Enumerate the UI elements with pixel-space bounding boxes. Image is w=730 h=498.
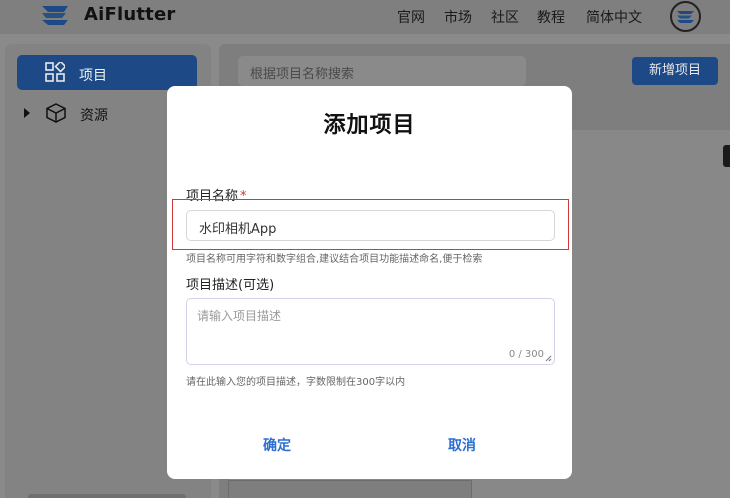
project-name-hint: 项目名称可用字符和数字组合,建议结合项目功能描述命名,便于检索 xyxy=(186,254,483,265)
scrollbar-thumb[interactable] xyxy=(723,145,730,167)
sidebar-item-resources[interactable]: 资源 xyxy=(80,105,108,125)
project-description-textarea[interactable]: 请输入项目描述 0 / 300 xyxy=(186,298,555,365)
avatar-logo-icon xyxy=(677,11,694,23)
character-counter: 0 / 300 xyxy=(508,349,544,360)
add-project-button[interactable]: 新增项目 xyxy=(632,57,718,85)
sidebar-item-projects[interactable] xyxy=(17,55,197,90)
sidebar-item-label: 项目 xyxy=(79,68,107,84)
project-card[interactable] xyxy=(228,480,472,498)
expand-arrow-icon[interactable] xyxy=(24,108,30,118)
nav-market[interactable]: 市场 xyxy=(444,7,472,27)
resize-handle-icon[interactable] xyxy=(545,355,552,362)
cube-icon xyxy=(46,103,66,123)
confirm-button[interactable]: 确定 xyxy=(263,435,291,455)
nav-tutorial[interactable]: 教程 xyxy=(537,7,565,27)
cancel-button[interactable]: 取消 xyxy=(448,435,476,455)
search-input[interactable]: 根据项目名称搜索 xyxy=(238,56,526,86)
dialog-title: 添加项目 xyxy=(323,113,416,138)
brand-name[interactable]: AiFlutter xyxy=(84,4,175,25)
language-selector[interactable]: 简体中文 xyxy=(586,7,642,27)
description-placeholder: 请输入项目描述 xyxy=(197,309,282,323)
project-description-label: 项目描述(可选) xyxy=(186,278,275,293)
nav-official-site[interactable]: 官网 xyxy=(397,7,425,27)
logo-icon xyxy=(42,6,68,25)
description-hint: 请在此输入您的项目描述，字数限制在300字以内 xyxy=(186,377,406,388)
avatar[interactable] xyxy=(670,1,701,32)
nav-community[interactable]: 社区 xyxy=(491,7,519,27)
sidebar-scrollbar[interactable] xyxy=(28,494,186,498)
grid-icon xyxy=(45,62,65,82)
project-name-input[interactable]: 水印相机App xyxy=(186,210,555,241)
